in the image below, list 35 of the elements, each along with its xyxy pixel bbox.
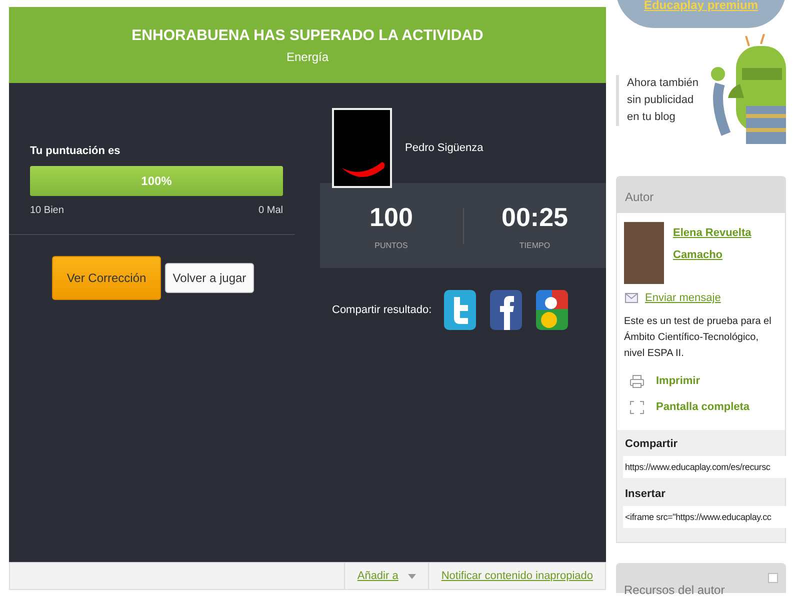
author-link[interactable]: Elena Revuelta Camacho	[673, 222, 778, 284]
correct-count: 10 Bien	[30, 205, 64, 216]
score-percent: 100%	[140, 174, 173, 188]
action-link[interactable]: Imprimir	[656, 375, 700, 387]
twitter-icon[interactable]	[444, 290, 476, 330]
wrong-count: 0 Mal	[258, 205, 283, 216]
message-link[interactable]: Enviar mensaje	[645, 292, 721, 304]
footer-link[interactable]: Añadir a	[357, 570, 398, 582]
stat-label: PUNTOS	[374, 240, 409, 250]
score-label: Tu puntuación es	[30, 145, 122, 157]
panel-title: Autor	[617, 177, 785, 213]
printer-icon	[630, 374, 644, 388]
stat-value: 00:25	[500, 202, 569, 232]
correction-button[interactable]: Ver Corrección	[52, 256, 161, 300]
google-icon[interactable]	[536, 290, 568, 330]
share-url-field[interactable]: https://www.educaplay.com/es/recursc	[623, 456, 787, 478]
action-link[interactable]: Pantalla completa	[656, 401, 750, 413]
stat-value: 100	[368, 202, 414, 232]
player-name: Pedro Sigüenza	[405, 142, 484, 154]
share-url-label: Compartir	[625, 438, 679, 450]
envelope-icon	[625, 293, 638, 303]
stat-label: TIEMPO	[518, 240, 552, 250]
footer-link[interactable]: Notificar contenido inapropiado	[441, 570, 593, 582]
replay-button[interactable]: Volver a jugar	[165, 263, 254, 293]
facebook-icon[interactable]	[490, 290, 522, 330]
activity-name: Energía	[285, 50, 330, 64]
result-title: ENHORABUENA HAS SUPERADO LA ACTIVIDAD	[130, 26, 484, 44]
embed-code-label: Insertar	[625, 488, 666, 500]
promo-text: Ahora también sin publicidad en tu blog	[616, 75, 706, 126]
panel-title: Recursos del autor	[624, 583, 725, 597]
author-description: Este es un test de prueba para el Ámbito Científico-Tecnológico, nivel ESPA II.	[624, 315, 772, 361]
embed-code-field[interactable]: <iframe src="https://www.educaplay.cc	[623, 506, 787, 528]
fullscreen-icon	[630, 400, 644, 414]
share-label: Compartir resultado:	[332, 304, 432, 316]
photo-placeholder	[624, 222, 664, 284]
